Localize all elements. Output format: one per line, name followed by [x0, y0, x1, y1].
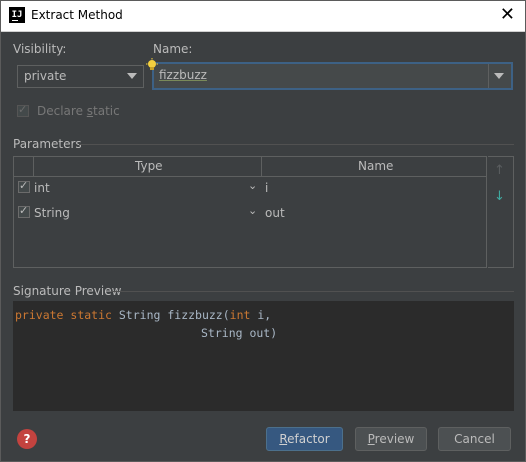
move-down-icon[interactable]: ↓ [494, 189, 505, 204]
column-header-type[interactable]: Type [135, 159, 163, 173]
table-row[interactable]: String ⌄ out [14, 200, 486, 225]
window-title: Extract Method [31, 8, 123, 22]
param-type[interactable]: int [34, 181, 50, 195]
column-divider [33, 157, 34, 176]
signature-preview: private static String fizzbuzz(int i, St… [13, 301, 514, 411]
param-type[interactable]: String [34, 206, 70, 220]
parameters-section-title: Parameters [13, 137, 82, 151]
reorder-toolbar: ↑ ↓ [488, 156, 514, 268]
declare-static-label: Declare static [37, 104, 120, 118]
refactor-button[interactable]: Refactor [266, 427, 343, 451]
divider [79, 144, 514, 145]
signature-preview-title: Signature Preview [13, 284, 122, 298]
chevron-down-icon[interactable]: ⌄ [248, 204, 257, 217]
cancel-button[interactable]: Cancel [438, 427, 511, 451]
method-name-field[interactable]: fizzbuzz [152, 62, 513, 90]
param-include-checkbox[interactable] [18, 204, 30, 218]
title-bar: IJ Extract Method ✕ [1, 1, 525, 32]
declare-static-checkbox[interactable] [17, 103, 29, 117]
name-label: Name: [153, 42, 193, 56]
intellij-app-icon: IJ [9, 7, 25, 23]
param-name[interactable]: i [265, 181, 268, 195]
visibility-dropdown[interactable]: private [17, 65, 144, 88]
lightbulb-icon[interactable] [145, 58, 159, 72]
signature-line-1: private static String fizzbuzz(int i, [15, 308, 272, 322]
table-header: Type Name [14, 157, 486, 177]
column-divider [261, 157, 262, 176]
chevron-down-icon [127, 73, 137, 79]
divider [111, 291, 514, 292]
move-up-icon[interactable]: ↑ [494, 163, 505, 178]
preview-button[interactable]: Preview [355, 427, 427, 451]
extract-method-dialog: IJ Extract Method ✕ Visibility: private … [0, 0, 526, 462]
chevron-down-icon [494, 73, 504, 79]
parameters-table: Type Name int ⌄ i String ⌄ out [13, 156, 487, 268]
help-icon[interactable]: ? [17, 429, 37, 449]
method-name-value: fizzbuzz [159, 68, 207, 82]
chevron-down-icon[interactable]: ⌄ [248, 179, 257, 192]
visibility-value: private [24, 69, 67, 83]
visibility-label: Visibility: [13, 42, 67, 56]
table-row[interactable]: int ⌄ i [14, 175, 486, 200]
name-history-dropdown[interactable] [488, 64, 511, 88]
param-include-checkbox[interactable] [18, 179, 30, 193]
column-header-name[interactable]: Name [358, 159, 393, 173]
param-name[interactable]: out [265, 206, 285, 220]
close-icon[interactable]: ✕ [500, 5, 515, 25]
signature-line-2: String out) [201, 326, 278, 340]
